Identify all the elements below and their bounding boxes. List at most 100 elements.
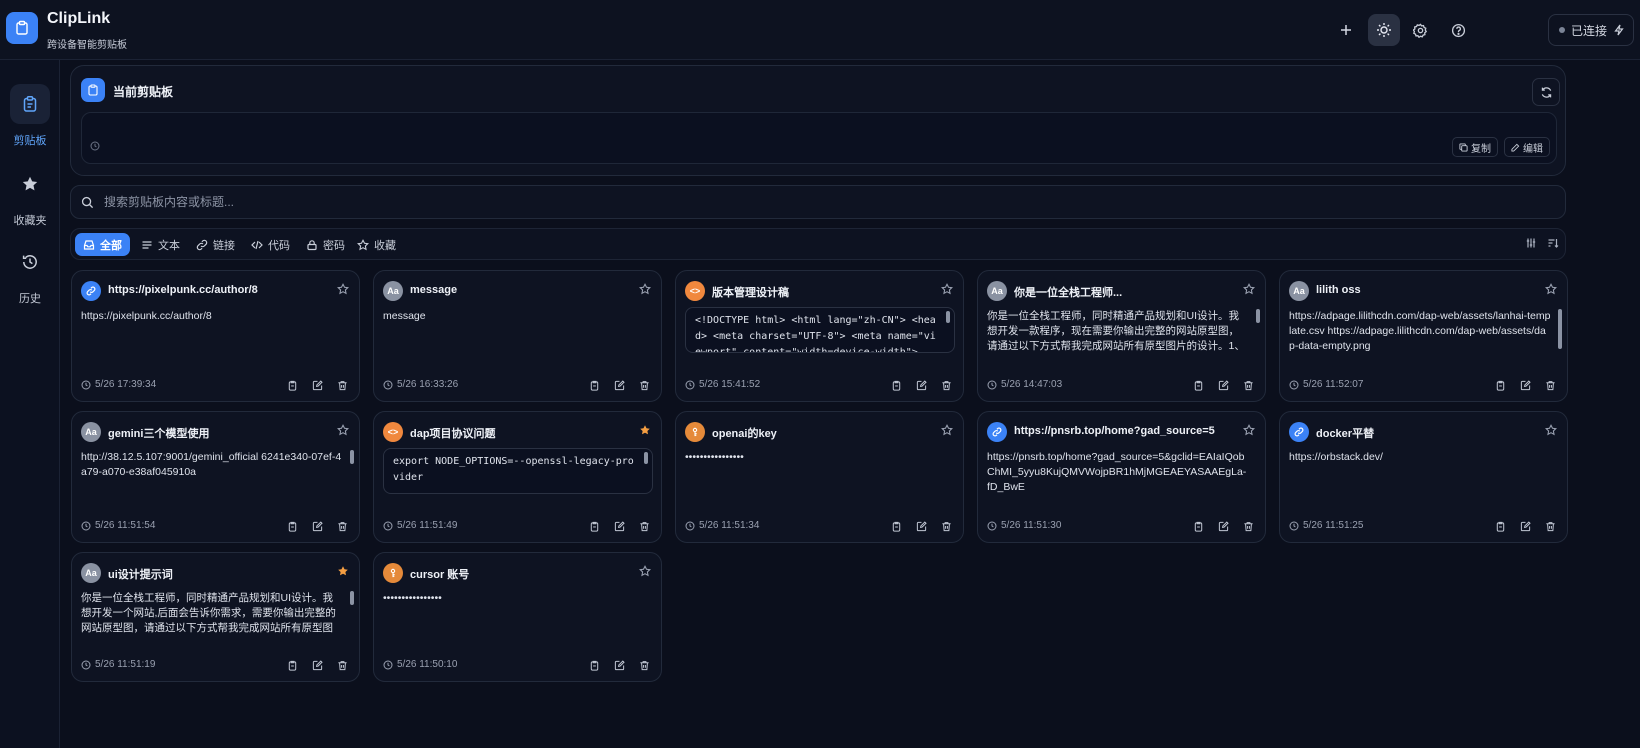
- edit-icon[interactable]: [311, 379, 323, 391]
- clip-card[interactable]: https://pixelpunk.cc/author/8 https://pix…: [71, 270, 360, 402]
- star-filled-icon[interactable]: [639, 424, 651, 436]
- edit-icon[interactable]: [613, 659, 625, 671]
- edit-icon[interactable]: [1217, 520, 1229, 532]
- sort-direction-button[interactable]: [1547, 237, 1559, 249]
- copy-icon[interactable]: [588, 659, 600, 671]
- scrollbar[interactable]: [1256, 309, 1260, 323]
- star-icon[interactable]: [1545, 424, 1557, 436]
- filter-link[interactable]: 链接: [188, 233, 243, 256]
- settings-button[interactable]: [1404, 14, 1436, 46]
- sidebar-item-favorites[interactable]: 收藏夹: [0, 164, 60, 228]
- clip-card[interactable]: Aa 你是一位全栈工程师... 你是一位全栈工程师，同时精通产品规划和UI设计。我想…: [977, 270, 1266, 402]
- sidebar-item-history[interactable]: 历史: [0, 242, 60, 306]
- clip-card[interactable]: <> 版本管理设计稿 <!DOCTYPE html> <html lang="zh-…: [675, 270, 964, 402]
- card-actions: [286, 659, 348, 671]
- clip-card[interactable]: Aa ui设计提示词 你是一位全栈工程师，同时精通产品规划和UI设计。我想开发一个网…: [71, 552, 360, 682]
- copy-icon[interactable]: [588, 379, 600, 391]
- star-icon[interactable]: [337, 424, 349, 436]
- edit-icon[interactable]: [311, 520, 323, 532]
- trash-icon[interactable]: [336, 659, 348, 671]
- copy-icon[interactable]: [588, 520, 600, 532]
- sort-options-button[interactable]: [1525, 237, 1537, 249]
- copy-icon[interactable]: [286, 379, 298, 391]
- search-bar[interactable]: [70, 185, 1566, 219]
- add-button[interactable]: [1330, 14, 1362, 46]
- clip-card[interactable]: cursor 账号 •••••••••••••••• 5/26 11:50:10: [373, 552, 662, 682]
- card-body: <!DOCTYPE html> <html lang="zh-CN"> <hea…: [695, 315, 936, 353]
- star-filled-icon[interactable]: [337, 565, 349, 577]
- link-icon: [987, 422, 1007, 442]
- link-icon: [1289, 422, 1309, 442]
- scrollbar[interactable]: [350, 450, 354, 464]
- filter-favorites[interactable]: 收藏: [349, 233, 404, 256]
- edit-icon[interactable]: [1519, 520, 1531, 532]
- copy-icon[interactable]: [1192, 379, 1204, 391]
- copy-icon[interactable]: [1192, 520, 1204, 532]
- card-time-text: 5/26 11:51:49: [397, 520, 458, 531]
- star-icon[interactable]: [639, 283, 651, 295]
- copy-icon[interactable]: [890, 379, 902, 391]
- trash-icon[interactable]: [1242, 520, 1254, 532]
- clip-card[interactable]: Aa message message 5/26 16:33:26: [373, 270, 662, 402]
- code-preview[interactable]: export NODE_OPTIONS=--openssl-legacy-pro…: [383, 448, 653, 494]
- edit-icon[interactable]: [613, 520, 625, 532]
- filter-all[interactable]: 全部: [75, 233, 130, 256]
- code-preview[interactable]: <!DOCTYPE html> <html lang="zh-CN"> <hea…: [685, 307, 955, 353]
- theme-toggle-button[interactable]: [1368, 14, 1400, 46]
- trash-icon[interactable]: [1544, 520, 1556, 532]
- trash-icon[interactable]: [336, 520, 348, 532]
- scrollbar[interactable]: [350, 591, 354, 605]
- help-button[interactable]: [1442, 14, 1474, 46]
- copy-icon[interactable]: [286, 659, 298, 671]
- text-type-icon: Aa: [81, 563, 101, 583]
- clip-card[interactable]: docker平替 https://orbstack.dev/5/26 11:51:…: [1279, 411, 1568, 543]
- clip-card[interactable]: <> dap项目协议问题 export NODE_OPTIONS=--openssl…: [373, 411, 662, 543]
- clip-card[interactable]: Aa gemini三个模型使用 http://38.12.5.107:9001/ge…: [71, 411, 360, 543]
- copy-button[interactable]: 复制: [1452, 137, 1498, 157]
- refresh-button[interactable]: [1532, 78, 1560, 106]
- edit-icon[interactable]: [915, 520, 927, 532]
- star-icon[interactable]: [941, 424, 953, 436]
- trash-icon[interactable]: [638, 659, 650, 671]
- edit-icon[interactable]: [1217, 379, 1229, 391]
- edit-icon[interactable]: [915, 379, 927, 391]
- edit-icon[interactable]: [311, 659, 323, 671]
- star-icon[interactable]: [941, 283, 953, 295]
- trash-icon[interactable]: [638, 520, 650, 532]
- connection-status[interactable]: 已连接: [1548, 14, 1634, 46]
- star-icon[interactable]: [1243, 424, 1255, 436]
- filter-text[interactable]: 文本: [133, 233, 188, 256]
- clip-card[interactable]: openai的key •••••••••••••••• 5/26 11:51:34: [675, 411, 964, 543]
- star-icon[interactable]: [1243, 283, 1255, 295]
- trash-icon[interactable]: [1242, 379, 1254, 391]
- trash-icon[interactable]: [1544, 379, 1556, 391]
- search-input[interactable]: [104, 195, 1504, 209]
- current-clipboard-content[interactable]: 复制 编辑: [81, 112, 1557, 164]
- plus-icon: [1341, 25, 1351, 35]
- trash-icon[interactable]: [336, 379, 348, 391]
- star-icon[interactable]: [1545, 283, 1557, 295]
- scrollbar[interactable]: [946, 311, 950, 323]
- copy-icon[interactable]: [890, 520, 902, 532]
- edit-button[interactable]: 编辑: [1504, 137, 1550, 157]
- edit-icon[interactable]: [1519, 379, 1531, 391]
- trash-icon[interactable]: [940, 379, 952, 391]
- copy-icon[interactable]: [286, 520, 298, 532]
- trash-icon[interactable]: [940, 520, 952, 532]
- clip-card[interactable]: Aa lilith oss https://adpage.lilithcdn.com…: [1279, 270, 1568, 402]
- edit-icon[interactable]: [613, 379, 625, 391]
- clock-icon: [383, 380, 393, 390]
- current-clipboard-title: 当前剪贴板: [113, 85, 174, 99]
- scrollbar[interactable]: [644, 452, 648, 464]
- star-icon[interactable]: [639, 565, 651, 577]
- filter-code[interactable]: 代码: [243, 233, 298, 256]
- star-icon[interactable]: [337, 283, 349, 295]
- clip-card[interactable]: https://pnsrb.top/home?gad_source=5 https…: [977, 411, 1266, 543]
- scrollbar[interactable]: [1558, 309, 1562, 349]
- copy-icon[interactable]: [1494, 379, 1506, 391]
- card-timestamp: 5/26 11:51:25: [1289, 520, 1363, 531]
- sidebar-item-clipboard[interactable]: 剪贴板: [0, 84, 60, 148]
- copy-icon[interactable]: [1494, 520, 1506, 532]
- trash-icon[interactable]: [638, 379, 650, 391]
- filter-password[interactable]: 密码: [298, 233, 353, 256]
